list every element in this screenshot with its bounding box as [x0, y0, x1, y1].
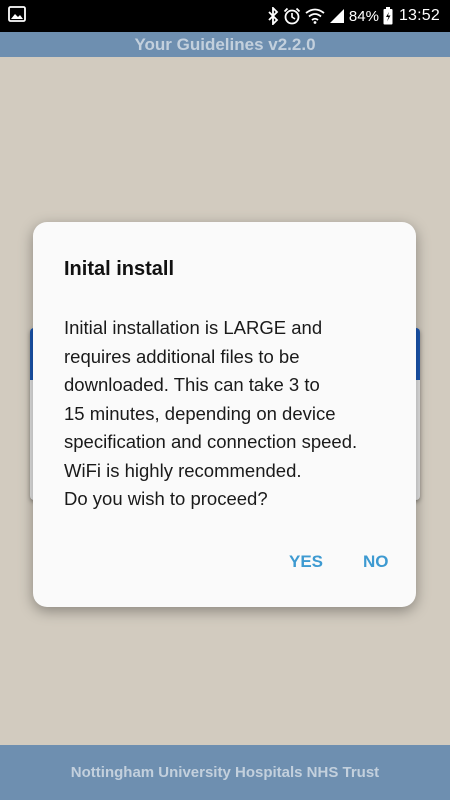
yes-button[interactable]: YES — [289, 552, 323, 572]
dialog-message-line: 15 minutes, depending on device — [64, 402, 336, 424]
dialog-message-line: requires additional files to be — [64, 345, 300, 367]
dialog-message-line: Initial installation is LARGE and — [64, 317, 323, 338]
no-button[interactable]: NO — [363, 552, 389, 572]
battery-icon — [383, 7, 393, 25]
footer: Nottingham University Hospitals NHS Trus… — [0, 745, 450, 800]
signal-icon — [329, 8, 345, 24]
status-time: 13:52 — [398, 7, 440, 24]
dialog-title: Inital install — [64, 258, 175, 280]
dialog-message-line: WiFi is highly recommended. — [64, 459, 302, 481]
status-bar: 84% 13:52 — [0, 0, 450, 32]
wifi-icon — [305, 8, 325, 24]
dialog-actions: YES NO — [33, 552, 416, 578]
status-left — [8, 5, 26, 27]
bluetooth-icon — [267, 7, 279, 25]
dialog-message-line: Do you wish to proceed? — [64, 488, 268, 509]
dialog-message: Initial installation is LARGE and requir… — [64, 314, 399, 514]
battery-percent: 84% — [348, 7, 379, 25]
footer-text: Nottingham University Hospitals NHS Trus… — [70, 764, 380, 781]
alarm-icon — [283, 7, 301, 25]
install-dialog: Inital install Initial installation is L… — [33, 222, 416, 607]
status-right: 84% 13:52 — [267, 7, 440, 25]
dialog-message-line: specification and connection speed. — [64, 431, 358, 452]
dialog-message-line: downloaded. This can take 3 to — [64, 374, 320, 395]
gallery-icon — [8, 5, 26, 27]
